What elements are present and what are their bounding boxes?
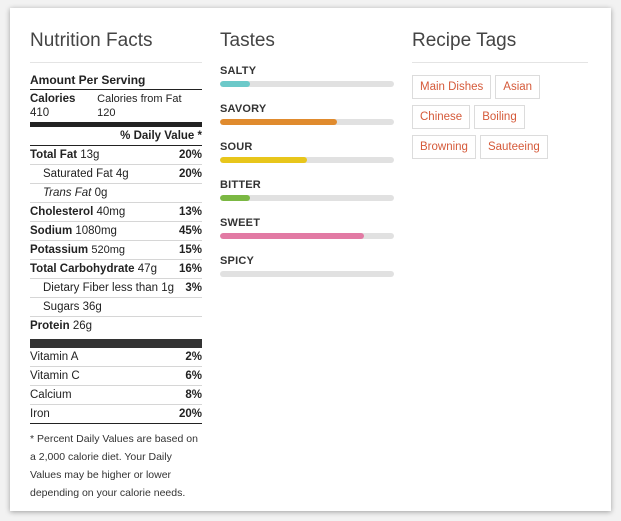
vitamin-row-iron: Iron 20% (30, 405, 202, 424)
vitamin-row-c: Vitamin C 6% (30, 367, 202, 386)
taste-sweet: SWEET (220, 216, 394, 239)
tags-list: Main Dishes Asian Chinese Boiling Browning Sa… (412, 75, 588, 165)
taste-bar-fill (220, 119, 337, 125)
taste-label: SAVORY (220, 103, 267, 115)
tastes-title: Tastes (220, 30, 275, 51)
nutrition-label: Amount Per Serving Calories 410 Calories… (30, 63, 202, 502)
vitamin-row-calcium: Calcium 8% (30, 386, 202, 405)
taste-label: SPICY (220, 255, 255, 267)
nutrient-row-saturated-fat: Saturated Fat 4g 20% (30, 165, 202, 184)
tastes-list: SALTY SAVORY SOUR BITTER SWEET SPICY (220, 64, 394, 277)
taste-bar-track (220, 157, 394, 163)
taste-bitter: BITTER (220, 178, 394, 201)
taste-salty: SALTY (220, 64, 394, 87)
nutrient-row-protein: Protein 26g (30, 320, 93, 332)
taste-bar-track (220, 119, 394, 125)
tastes-panel: Tastes SALTY SAVORY SOUR BITTER SWEET SPICY (220, 30, 394, 292)
recipe-tag-browning[interactable]: Browning (412, 135, 476, 159)
taste-label: SALTY (220, 65, 257, 77)
recipe-tags-panel: Recipe Tags Main Dishes Asian Chinese Boili… (412, 30, 588, 165)
taste-savory: SAVORY (220, 102, 394, 125)
daily-value-header: % Daily Value * (30, 127, 202, 146)
daily-value-footnote: * Percent Daily Values are based on a 2,… (30, 433, 198, 499)
taste-label: BITTER (220, 179, 261, 191)
taste-label: SWEET (220, 217, 261, 229)
vitamin-row-a: Vitamin A 2% (30, 348, 202, 367)
recipe-tag-main-dishes[interactable]: Main Dishes (412, 75, 492, 99)
recipe-tag-sauteeing[interactable]: Sauteeing (479, 135, 548, 159)
nutrient-row-sugars: Sugars 36g (30, 298, 202, 317)
taste-bar-fill (220, 233, 365, 239)
recipe-tag-boiling[interactable]: Boiling (474, 105, 525, 129)
taste-bar-track (220, 271, 394, 277)
recipe-tags-title: Recipe Tags (412, 30, 588, 63)
taste-bar-track (220, 195, 394, 201)
taste-bar-track (220, 233, 394, 239)
nutrient-row-cholesterol: Cholesterol 40mg 13% (30, 203, 202, 222)
nutrient-row-dietary-fiber: Dietary Fiber less than 1g 3% (30, 279, 202, 298)
taste-bar-fill (220, 195, 250, 201)
nutrient-row-potassium: Potassium 520mg 15% (30, 241, 202, 260)
nutrition-facts-panel: Nutrition Facts Amount Per Serving Calor… (30, 30, 202, 502)
taste-bar-fill (220, 157, 307, 163)
nutrient-row-sodium: Sodium 1080mg 45% (30, 222, 202, 241)
nutrient-row-trans-fat: Trans Fat 0g (30, 184, 202, 203)
nutrition-thick-divider (30, 339, 202, 348)
calories-value: 410 (30, 107, 50, 119)
recipe-info-card: Nutrition Facts Amount Per Serving Calor… (10, 8, 611, 511)
vitamins-list: Vitamin A 2% Vitamin C 6% Calcium 8% Iro… (30, 348, 202, 424)
nutrient-row-total-carbohydrate: Total Carbohydrate 47g 16% (30, 260, 202, 279)
nutrient-row-total-fat: Total Fat 13g 20% (30, 146, 202, 165)
calories-from-fat-value: 120 (97, 107, 116, 119)
taste-spicy: SPICY (220, 254, 394, 277)
taste-sour: SOUR (220, 140, 394, 163)
recipe-tag-chinese[interactable]: Chinese (412, 105, 471, 129)
calories-row: Calories 410 Calories from Fat 120 (30, 90, 202, 127)
calories-label: Calories (30, 93, 76, 105)
taste-bar-track (220, 81, 394, 87)
taste-label: SOUR (220, 141, 253, 153)
nutrition-title: Nutrition Facts (30, 30, 202, 63)
taste-bar-fill (220, 81, 250, 87)
recipe-tag-asian[interactable]: Asian (495, 75, 541, 99)
calories-from-fat-label: Calories from Fat (97, 93, 182, 105)
amount-per-serving: Amount Per Serving (30, 63, 202, 90)
